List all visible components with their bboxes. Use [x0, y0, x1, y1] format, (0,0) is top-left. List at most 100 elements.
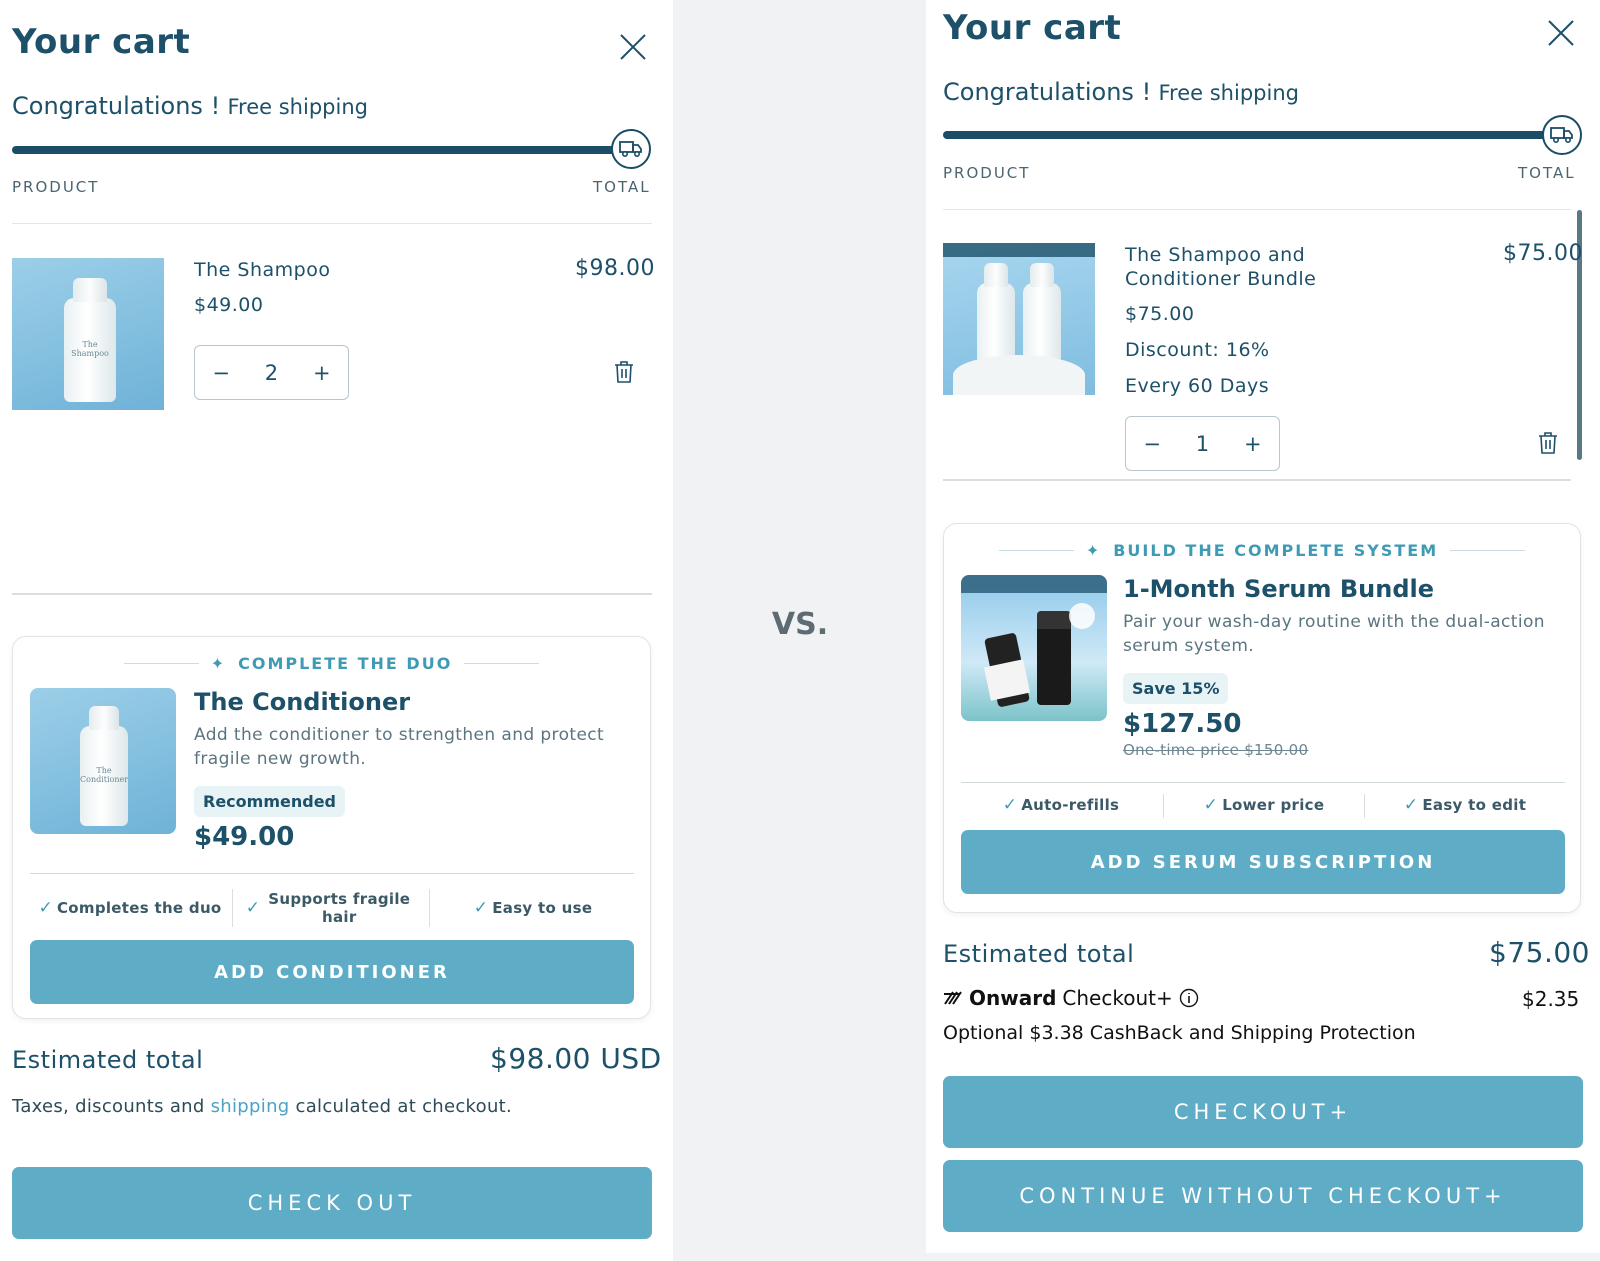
- decrement-button[interactable]: −: [1143, 432, 1161, 456]
- sparkle-icon: ✦: [210, 654, 227, 673]
- column-total: TOTAL: [593, 178, 651, 196]
- feature-label: Lower price: [1222, 796, 1325, 814]
- shipping-link[interactable]: shipping: [211, 1096, 290, 1117]
- line-total: $75.00: [1503, 241, 1583, 266]
- onward-suffix: Checkout+: [1062, 986, 1173, 1010]
- feature-separator: [232, 889, 233, 927]
- items-divider: [12, 593, 652, 595]
- add-conditioner-button[interactable]: ADD CONDITIONER: [30, 940, 634, 1004]
- features-divider: [30, 873, 634, 874]
- items-divider: [943, 479, 1571, 481]
- quantity-stepper[interactable]: − 1 +: [1125, 416, 1280, 471]
- feature-item: ✓ Easy to edit: [1365, 790, 1565, 820]
- congrats-text: Congratulations !: [12, 92, 221, 120]
- upsell-heading-text: BUILD THE COMPLETE SYSTEM: [1113, 541, 1439, 560]
- check-icon: ✓: [473, 898, 489, 918]
- upsell-title[interactable]: The Conditioner: [194, 688, 410, 716]
- column-total: TOTAL: [1518, 164, 1576, 182]
- truck-icon: [1542, 115, 1582, 155]
- frequency-text: Every 60 Days: [1125, 375, 1270, 397]
- tax-note-text-end: calculated at checkout.: [289, 1096, 513, 1117]
- upsell-heading: ✦ BUILD THE COMPLETE SYSTEM: [944, 541, 1580, 560]
- header-divider: [12, 223, 652, 224]
- product-unit-price: $49.00: [194, 294, 264, 316]
- check-icon: ✓: [1002, 795, 1018, 815]
- onward-checkout-row: Onward Checkout+: [943, 986, 1199, 1010]
- column-product: PRODUCT: [943, 164, 1031, 182]
- upsell-price: $127.50: [1123, 709, 1242, 739]
- product-unit-price: $75.00: [1125, 303, 1195, 325]
- feature-item: ✓ Lower price: [1164, 790, 1364, 820]
- upsell-description: Pair your wash-day routine with the dual…: [1123, 612, 1545, 656]
- check-icon: ✓: [1203, 795, 1219, 815]
- quantity-stepper[interactable]: − 2 +: [194, 345, 349, 400]
- decrement-button[interactable]: −: [212, 361, 230, 385]
- free-shipping-text: Free shipping: [1158, 81, 1299, 105]
- bottle-label: The Shampoo: [71, 339, 109, 358]
- quantity-value[interactable]: 2: [265, 361, 278, 385]
- trash-icon[interactable]: [613, 360, 635, 384]
- onward-logo-icon: [944, 991, 962, 1005]
- cart-title: Your cart: [12, 22, 191, 62]
- tax-note: Taxes, discounts and shipping calculated…: [12, 1096, 512, 1117]
- header-divider: [943, 209, 1571, 210]
- shipping-message: Congratulations ! Free shipping: [943, 78, 1299, 106]
- feature-item: ✓ Supports fragile hair: [235, 882, 425, 934]
- free-shipping-text: Free shipping: [227, 95, 368, 119]
- shipping-message: Congratulations ! Free shipping: [12, 92, 368, 120]
- cart-title: Your cart: [943, 8, 1122, 48]
- feature-label: Supports fragile hair: [268, 890, 411, 926]
- estimated-total-label: Estimated total: [943, 940, 1135, 968]
- feature-item: ✓ Easy to use: [433, 882, 633, 934]
- congrats-text: Congratulations !: [943, 78, 1152, 106]
- feature-item: ✓ Auto-refills: [961, 790, 1161, 820]
- increment-button[interactable]: +: [313, 361, 331, 385]
- estimated-total-value: $75.00: [1489, 936, 1590, 969]
- feature-label: Easy to edit: [1422, 796, 1527, 814]
- upsell-heading: ✦ COMPLETE THE DUO: [13, 654, 650, 673]
- close-icon[interactable]: [618, 32, 648, 62]
- checkout-plus-button[interactable]: CHECKOUT+: [943, 1076, 1583, 1148]
- onward-price: $2.35: [1522, 987, 1580, 1011]
- product-name[interactable]: The Shampoo: [194, 258, 330, 282]
- features-divider: [961, 782, 1565, 783]
- add-serum-subscription-button[interactable]: ADD SERUM SUBSCRIPTION: [961, 830, 1565, 894]
- estimated-total-label: Estimated total: [12, 1046, 204, 1074]
- feature-label: Auto-refills: [1021, 796, 1120, 814]
- upsell-description: Add the conditioner to strengthen and pr…: [194, 725, 605, 769]
- check-icon: ✓: [1403, 795, 1419, 815]
- onward-note: Optional $3.38 CashBack and Shipping Pro…: [943, 1022, 1416, 1044]
- shipping-progress-bar: [943, 131, 1558, 139]
- product-image-conditioner[interactable]: The Conditioner: [30, 688, 176, 834]
- checkout-button[interactable]: CHECK OUT: [12, 1167, 652, 1239]
- feature-label: Easy to use: [492, 899, 593, 917]
- one-time-price: One-time price $150.00: [1123, 741, 1309, 759]
- info-icon[interactable]: [1179, 988, 1199, 1008]
- save-badge: Save 15%: [1123, 673, 1229, 704]
- check-icon: ✓: [245, 898, 261, 918]
- recommended-badge: Recommended: [194, 786, 345, 817]
- upsell-heading-text: COMPLETE THE DUO: [238, 654, 453, 673]
- line-total: $98.00: [575, 256, 655, 281]
- quantity-value[interactable]: 1: [1196, 432, 1209, 456]
- product-image-shampoo[interactable]: The Shampoo: [12, 258, 164, 410]
- bottle-label: The Conditioner: [80, 766, 129, 784]
- estimated-total-value: $98.00 USD: [490, 1042, 662, 1075]
- product-image-bundle[interactable]: [943, 243, 1095, 395]
- discount-text: Discount: 16%: [1125, 339, 1270, 361]
- tax-note-text: Taxes, discounts and: [12, 1096, 211, 1117]
- increment-button[interactable]: +: [1244, 432, 1262, 456]
- upsell-title[interactable]: 1-Month Serum Bundle: [1123, 575, 1434, 603]
- product-image-serum[interactable]: [961, 575, 1107, 721]
- cart-panel-left: Your cart Congratulations ! Free shippin…: [0, 0, 673, 1261]
- close-icon[interactable]: [1546, 18, 1576, 48]
- trash-icon[interactable]: [1537, 431, 1559, 455]
- continue-without-checkout-button[interactable]: CONTINUE WITHOUT CHECKOUT+: [943, 1160, 1583, 1232]
- onward-brand: Onward: [969, 986, 1057, 1010]
- product-name[interactable]: The Shampoo and Conditioner Bundle: [1125, 243, 1425, 291]
- feature-separator: [429, 889, 430, 927]
- feature-label: Completes the duo: [56, 899, 222, 917]
- sparkle-icon: ✦: [1085, 541, 1102, 560]
- upsell-card: ✦ COMPLETE THE DUO The Conditioner The C…: [12, 636, 651, 1019]
- upsell-card: ✦ BUILD THE COMPLETE SYSTEM 1-Month Seru…: [943, 523, 1581, 913]
